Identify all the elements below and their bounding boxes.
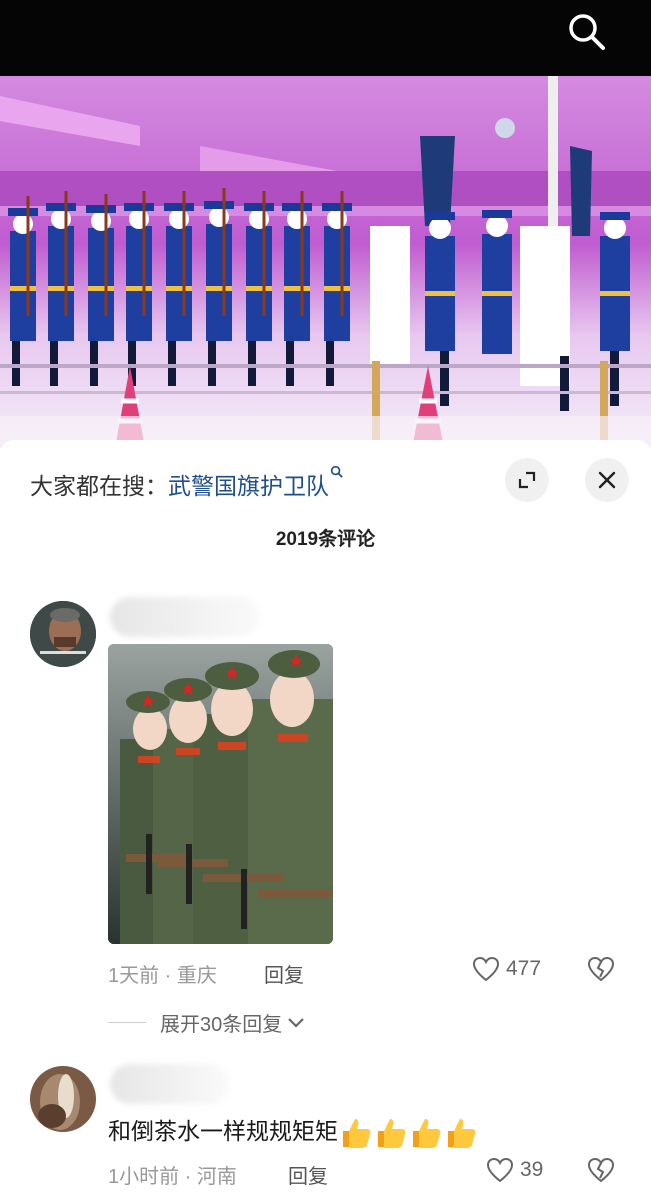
comment-image[interactable] xyxy=(108,644,333,944)
comment-text: 和倒茶水一样规规矩矩 xyxy=(108,1112,478,1151)
expand-replies-label: 展开30条回复 xyxy=(160,1014,283,1036)
expand-replies-button[interactable]: 展开30条回复 xyxy=(108,1008,306,1037)
chevron-down-icon xyxy=(288,1017,305,1028)
like-count: 477 xyxy=(506,957,542,980)
expand-icon xyxy=(518,471,536,489)
broken-heart-icon xyxy=(587,1157,615,1183)
avatar[interactable] xyxy=(30,1066,96,1132)
like-button[interactable]: 477 xyxy=(472,956,541,982)
thumbs-up-emoji xyxy=(378,1118,406,1148)
hot-search-keyword[interactable]: 武警国旗护卫队 xyxy=(168,473,329,499)
thumbs-up-emoji xyxy=(343,1118,371,1148)
username-redacted xyxy=(110,597,260,637)
search-icon xyxy=(569,14,605,50)
video-player[interactable] xyxy=(0,76,651,448)
like-button[interactable]: 39 xyxy=(486,1157,543,1183)
comment-image-content xyxy=(108,644,333,944)
thumbs-up-emoji xyxy=(448,1118,476,1148)
comment-time-location: 1小时前 · 河南 xyxy=(108,1166,237,1188)
hot-search-label: 大家都在搜： xyxy=(30,473,168,499)
avatar-image xyxy=(30,1066,96,1132)
heart-icon xyxy=(486,1157,514,1183)
avatar-image xyxy=(30,601,96,667)
close-button[interactable] xyxy=(585,458,629,502)
parade-video-frame xyxy=(0,76,651,448)
heart-icon xyxy=(472,956,500,982)
divider-line xyxy=(108,1022,146,1023)
like-count: 39 xyxy=(520,1158,544,1181)
dislike-button[interactable] xyxy=(587,956,615,987)
broken-heart-icon xyxy=(587,956,615,982)
search-icon xyxy=(330,465,343,478)
comments-sheet: 大家都在搜：武警国旗护卫队 2019条评论 1天前 · 重庆 回复 477 展开… xyxy=(0,440,651,1200)
username-redacted xyxy=(110,1064,230,1104)
search-button[interactable] xyxy=(567,12,607,52)
reply-button[interactable]: 回复 xyxy=(288,1160,328,1189)
avatar[interactable] xyxy=(30,601,96,667)
comment-body: 和倒茶水一样规规矩矩 xyxy=(108,1118,338,1144)
expand-button[interactable] xyxy=(505,458,549,502)
thumbs-up-emoji xyxy=(413,1118,441,1148)
comment-time-location: 1天前 · 重庆 xyxy=(108,965,217,987)
comment-count: 2019条评论 xyxy=(275,529,376,550)
top-bar xyxy=(0,0,651,76)
close-icon xyxy=(598,471,616,489)
hot-search-bar[interactable]: 大家都在搜：武警国旗护卫队 xyxy=(30,465,343,501)
reply-button[interactable]: 回复 xyxy=(264,959,304,988)
dislike-button[interactable] xyxy=(587,1157,615,1188)
